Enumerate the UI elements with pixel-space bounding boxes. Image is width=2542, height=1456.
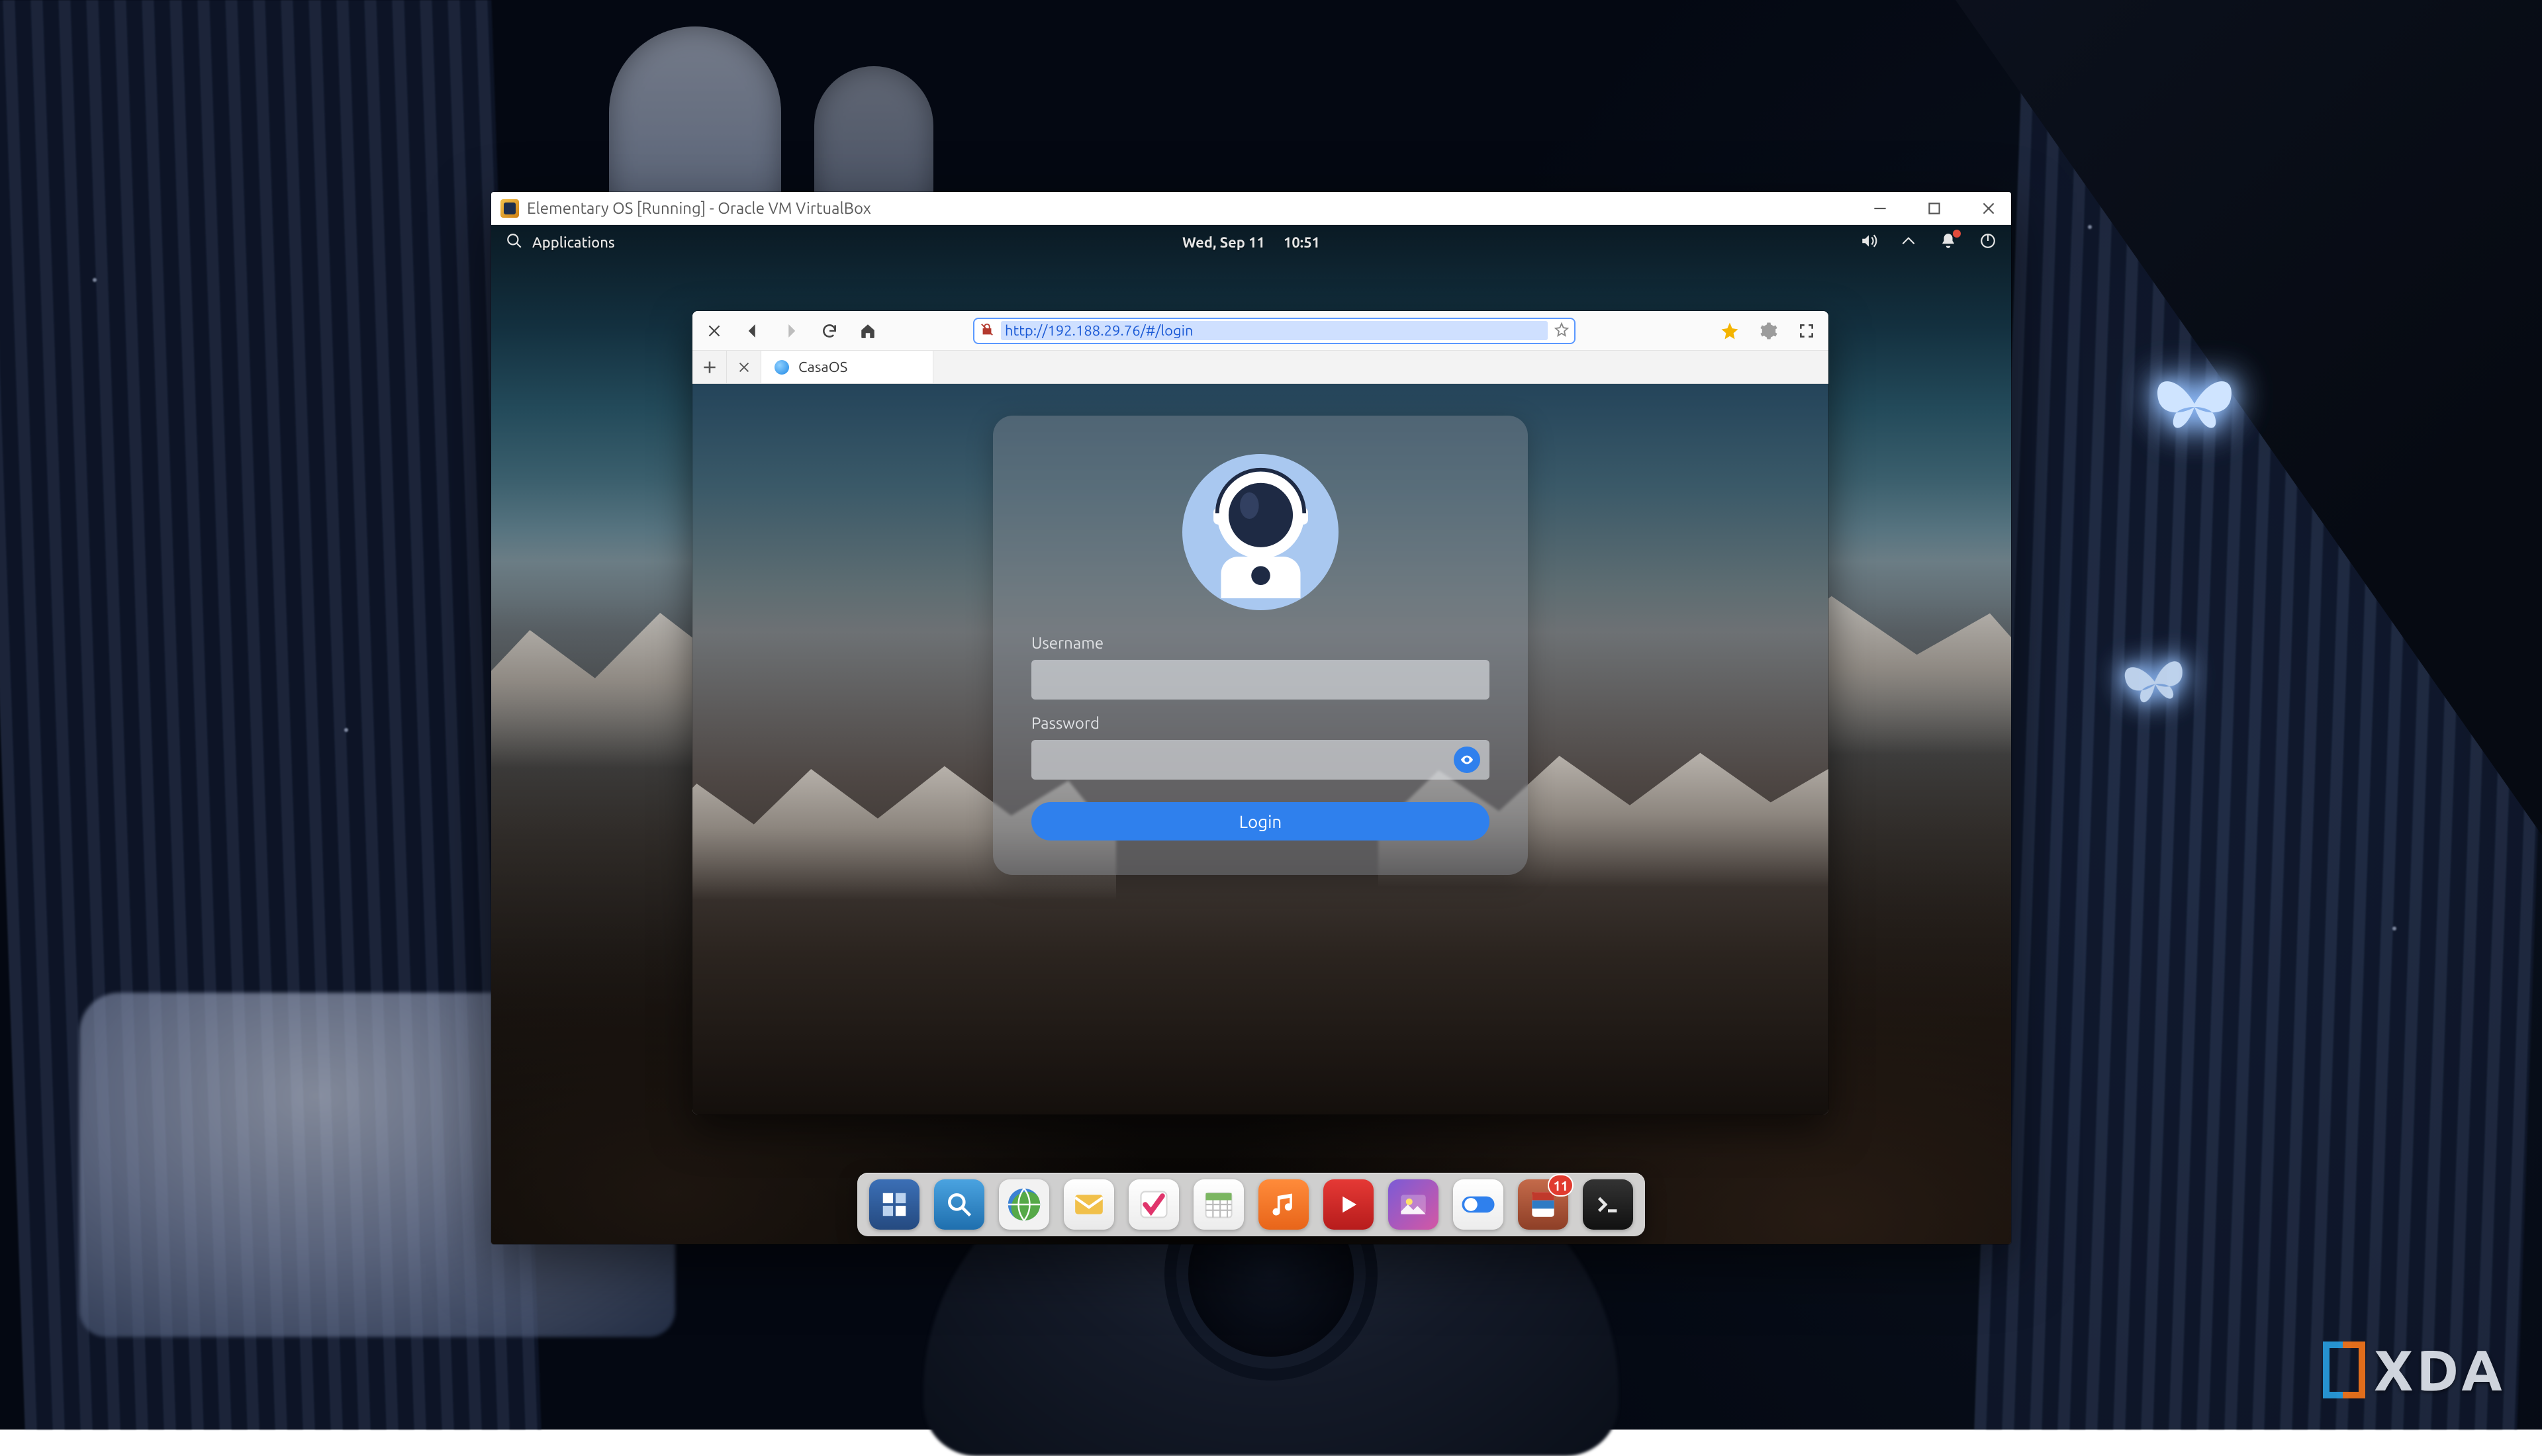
astronaut-icon xyxy=(1203,466,1319,598)
speck xyxy=(2088,225,2092,229)
tab-favicon-icon xyxy=(775,360,789,375)
search-icon xyxy=(506,232,523,253)
dock-calendar-icon[interactable] xyxy=(1194,1179,1244,1230)
window-maximize-button[interactable] xyxy=(1921,195,1948,222)
dock-settings-toggle-icon[interactable] xyxy=(1453,1179,1503,1230)
applications-label: Applications xyxy=(532,234,615,251)
settings-gear-icon[interactable] xyxy=(1756,318,1781,343)
window-close-button[interactable] xyxy=(1975,195,2002,222)
virtualbox-window-title: Elementary OS [Running] - Oracle VM Virt… xyxy=(527,199,871,217)
browser-close-button[interactable] xyxy=(702,318,727,343)
dock-multitasking-icon[interactable] xyxy=(869,1179,919,1230)
username-label: Username xyxy=(1031,634,1489,652)
notification-dot-icon xyxy=(1953,230,1961,238)
speck xyxy=(93,278,97,282)
dock-web-icon[interactable] xyxy=(999,1179,1049,1230)
topbar-date[interactable]: Wed, Sep 11 xyxy=(1182,234,1265,251)
butterfly-icon xyxy=(2118,651,2191,711)
elementary-topbar: Applications Wed, Sep 11 10:51 xyxy=(491,225,2011,259)
address-bar[interactable]: http://192.188.29.76/#/login xyxy=(973,318,1576,344)
login-avatar xyxy=(1182,454,1339,610)
address-bar-url: http://192.188.29.76/#/login xyxy=(1001,321,1548,340)
window-minimize-button[interactable] xyxy=(1867,195,1893,222)
bookmarks-button[interactable] xyxy=(1717,318,1742,343)
browser-back-button[interactable] xyxy=(740,318,765,343)
tab-title: CasaOS xyxy=(798,359,847,375)
login-card: Username Password Login xyxy=(993,416,1528,875)
speck xyxy=(2392,927,2396,931)
dock-appcenter-icon[interactable]: 11 xyxy=(1518,1179,1568,1230)
volume-icon[interactable] xyxy=(1860,232,1877,253)
dock-terminal-icon[interactable] xyxy=(1583,1179,1633,1230)
new-tab-button[interactable] xyxy=(692,351,727,383)
login-button[interactable]: Login xyxy=(1031,802,1489,841)
bookmark-star-icon[interactable] xyxy=(1554,322,1569,340)
dock-music-icon[interactable] xyxy=(1258,1179,1309,1230)
xda-watermark-text: XDA xyxy=(2375,1338,2506,1402)
xda-bracket-icon xyxy=(2323,1342,2365,1398)
virtualbox-window: Elementary OS [Running] - Oracle VM Virt… xyxy=(491,192,2011,1244)
close-tab-button[interactable] xyxy=(727,351,761,383)
elementary-dock: 11 xyxy=(857,1173,1645,1236)
network-icon[interactable] xyxy=(1900,232,1917,253)
browser-window: http://192.188.29.76/#/login CasaOS xyxy=(692,311,1828,1115)
dock-search-icon[interactable] xyxy=(934,1179,984,1230)
dock-photos-icon[interactable] xyxy=(1388,1179,1438,1230)
butterfly-icon xyxy=(2151,371,2237,437)
show-password-button[interactable] xyxy=(1454,747,1480,773)
update-badge: 11 xyxy=(1548,1174,1574,1197)
power-icon[interactable] xyxy=(1979,232,1997,253)
dock-tasks-icon[interactable] xyxy=(1129,1179,1179,1230)
browser-reload-button[interactable] xyxy=(817,318,842,343)
virtualbox-titlebar[interactable]: Elementary OS [Running] - Oracle VM Virt… xyxy=(491,192,2011,225)
browser-forward-button[interactable] xyxy=(778,318,804,343)
browser-toolbar: http://192.188.29.76/#/login xyxy=(692,311,1828,351)
dock-mail-icon[interactable] xyxy=(1064,1179,1114,1230)
browser-tab[interactable]: CasaOS xyxy=(761,351,933,383)
fullscreen-button[interactable] xyxy=(1794,318,1819,343)
dock-videos-icon[interactable] xyxy=(1323,1179,1374,1230)
applications-menu[interactable]: Applications xyxy=(506,232,615,253)
topbar-time[interactable]: 10:51 xyxy=(1284,234,1320,251)
virtualbox-app-icon xyxy=(500,199,519,218)
elementary-desktop: Applications Wed, Sep 11 10:51 xyxy=(491,225,2011,1244)
browser-tabbar: CasaOS xyxy=(692,351,1828,384)
speck xyxy=(344,728,348,732)
insecure-icon xyxy=(980,322,994,340)
browser-content: Username Password Login xyxy=(692,384,1828,1115)
password-input[interactable] xyxy=(1031,740,1489,780)
browser-home-button[interactable] xyxy=(855,318,880,343)
username-input[interactable] xyxy=(1031,660,1489,700)
xda-watermark: XDA xyxy=(2323,1338,2506,1402)
notifications-icon[interactable] xyxy=(1940,232,1957,253)
password-label: Password xyxy=(1031,714,1489,732)
